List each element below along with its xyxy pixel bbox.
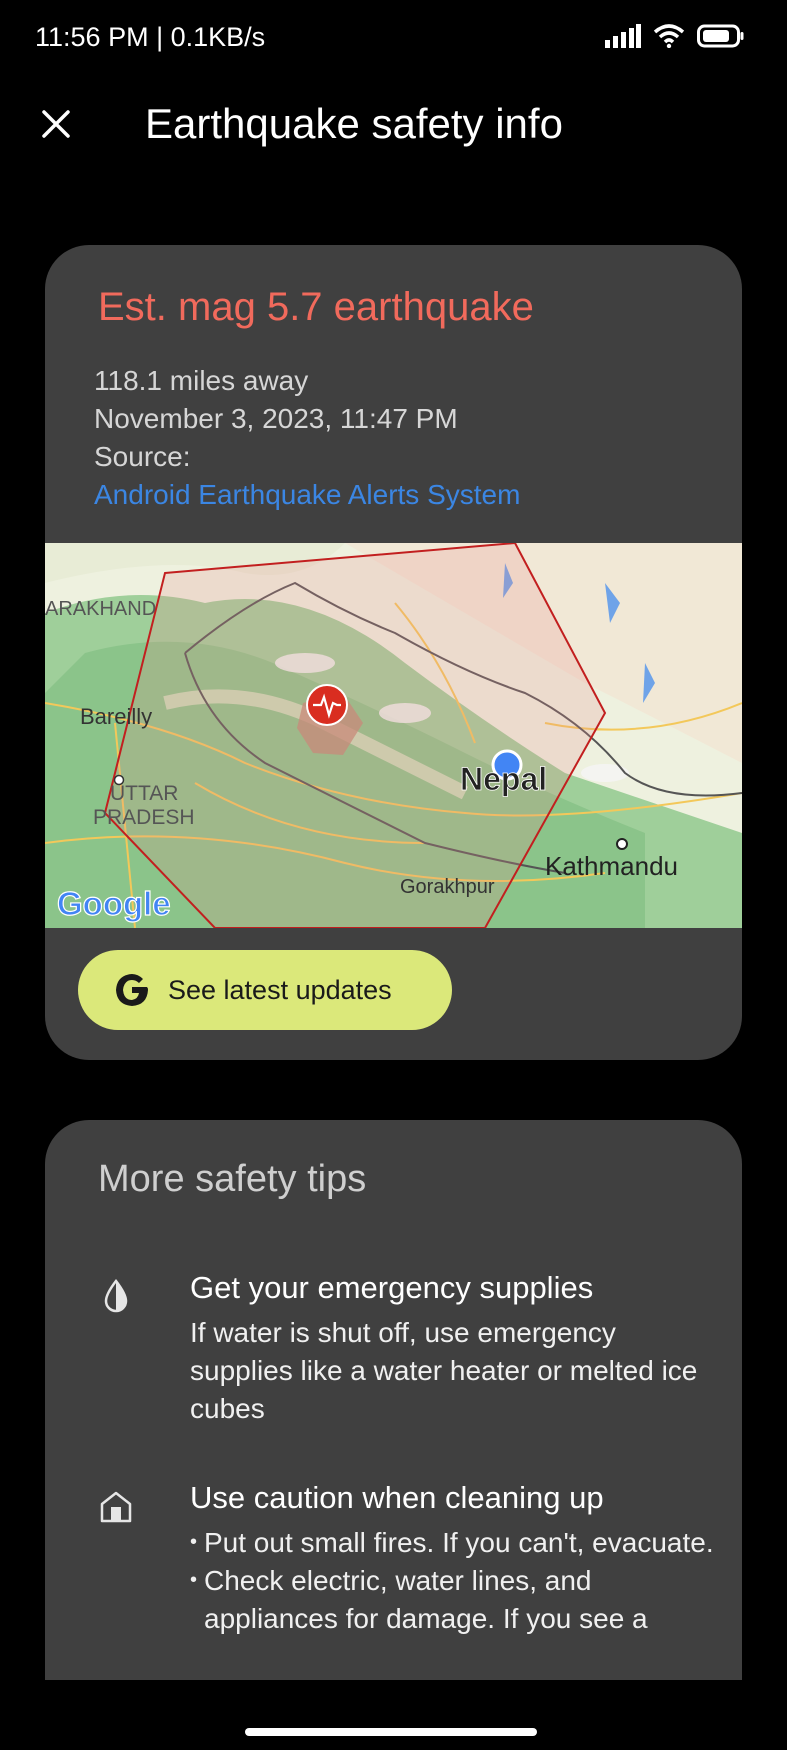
map-label-region2a: UTTAR — [110, 782, 178, 805]
app-bar: Earthquake safety info — [0, 80, 787, 190]
tip-title: Use caution when cleaning up — [190, 1480, 604, 1515]
earthquake-map[interactable]: ARAKHAND Bareilly UTTAR PRADESH Nepal Go… — [45, 541, 742, 929]
signal-icon — [605, 24, 641, 48]
source-link[interactable]: Android Earthquake Alerts System — [94, 479, 520, 511]
wifi-icon — [653, 24, 685, 48]
google-attribution: Google — [57, 885, 171, 922]
list-item: • Put out small fires. If you can't, eva… — [190, 1527, 714, 1558]
close-icon — [42, 110, 70, 138]
tip-bullets: • Put out small fires. If you can't, eva… — [190, 1524, 720, 1638]
status-icons — [605, 24, 745, 48]
tip-body: If water is shut off, use emergency supp… — [190, 1317, 698, 1424]
home-indicator[interactable] — [245, 1728, 537, 1736]
google-g-icon — [116, 974, 148, 1006]
map-label-country: Nepal — [460, 761, 547, 797]
see-latest-updates-label: See latest updates — [168, 974, 392, 1005]
status-bar: 11:56 PM | 0.1KB/s — [0, 0, 787, 80]
water-drop-icon — [104, 1278, 128, 1313]
battery-icon — [697, 24, 744, 48]
map-canvas: ARAKHAND Bareilly UTTAR PRADESH Nepal Go… — [45, 541, 742, 929]
see-latest-updates-button[interactable]: See latest updates — [78, 950, 452, 1030]
tip-title: Get your emergency supplies — [190, 1270, 594, 1305]
safety-tips-heading: More safety tips — [98, 1158, 367, 1200]
close-button[interactable] — [32, 100, 80, 148]
page-title: Earthquake safety info — [145, 100, 563, 147]
house-icon — [100, 1491, 132, 1523]
map-label-city3: Kathmandu — [545, 851, 678, 881]
map-label-city1: Bareilly — [80, 704, 152, 729]
source-label: Source: — [94, 441, 191, 472]
status-time: 11:56 PM | 0.1KB/s — [35, 22, 266, 52]
datetime-text: November 3, 2023, 11:47 PM — [94, 403, 458, 434]
distance-text: 118.1 miles away — [94, 365, 309, 396]
list-item: • Check electric, water lines, and appli… — [190, 1565, 648, 1634]
map-label-region1: ARAKHAND — [45, 598, 156, 620]
map-label-region2b: PRADESH — [93, 806, 195, 829]
map-label-city2: Gorakhpur — [400, 876, 495, 898]
safety-tips-card: More safety tips Get your emergency supp… — [45, 1120, 742, 1680]
earthquake-card: Est. mag 5.7 earthquake 118.1 miles away… — [45, 245, 742, 1060]
earthquake-title: Est. mag 5.7 earthquake — [98, 285, 534, 329]
